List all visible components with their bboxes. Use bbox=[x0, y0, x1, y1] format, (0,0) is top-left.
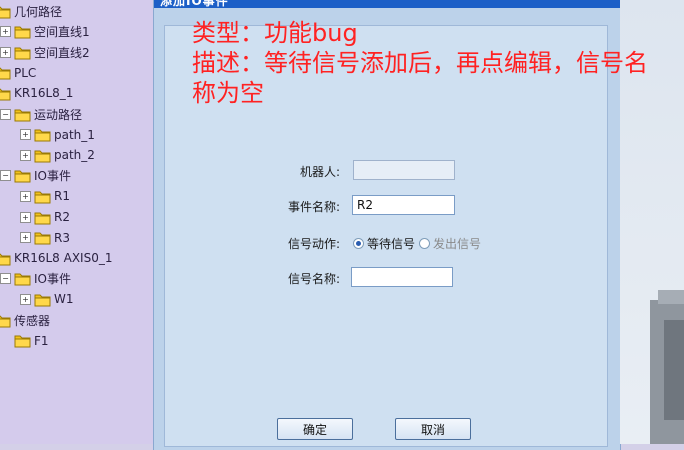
robot-top-shape bbox=[658, 290, 684, 304]
tree-item-label: 几何路径 bbox=[14, 4, 63, 19]
ok-button[interactable]: 确定 bbox=[277, 418, 353, 440]
tree-item[interactable]: + W1 bbox=[20, 289, 74, 309]
folder-icon bbox=[14, 47, 31, 60]
annotation-description-cont: 称为空 bbox=[192, 79, 264, 107]
tree-item-label: R2 bbox=[54, 210, 70, 224]
annotation-description: 描述：等待信号添加后，再点编辑，信号名 bbox=[192, 49, 648, 77]
tree-item[interactable]: + R1 bbox=[20, 186, 70, 206]
bug-annotation: 类型：功能bug 描述：等待信号添加后，再点编辑，信号名 称为空 bbox=[192, 18, 672, 108]
collapse-icon[interactable]: − bbox=[0, 273, 11, 285]
radio-send-signal[interactable] bbox=[419, 238, 431, 249]
radio-wait-signal-label[interactable]: 等待信号 bbox=[367, 235, 415, 252]
tree-item-label: R1 bbox=[54, 189, 70, 204]
folder-icon bbox=[14, 335, 31, 348]
folder-icon bbox=[14, 109, 31, 121]
expand-icon[interactable]: + bbox=[20, 232, 31, 244]
folder-icon bbox=[34, 191, 51, 204]
folder-icon bbox=[14, 26, 31, 39]
tree-item-label: KR16L8_1 bbox=[14, 86, 74, 101]
folder-icon bbox=[34, 129, 51, 142]
cancel-button[interactable]: 取消 bbox=[395, 418, 471, 440]
expand-icon[interactable]: + bbox=[20, 190, 31, 202]
tree-item-label: IO事件 bbox=[34, 272, 71, 287]
tree-item-label: R3 bbox=[54, 230, 70, 245]
expand-icon[interactable]: + bbox=[20, 211, 31, 223]
tree-item[interactable]: + 空间直线2 bbox=[0, 42, 90, 62]
folder-icon bbox=[34, 294, 51, 307]
tree-item[interactable]: F1 bbox=[0, 331, 49, 351]
folder-icon bbox=[0, 88, 11, 101]
tree-item[interactable]: 几何路径 bbox=[0, 1, 62, 21]
folder-icon bbox=[0, 315, 11, 327]
collapse-icon[interactable]: − bbox=[0, 170, 11, 182]
tree-item[interactable]: + path_1 bbox=[20, 125, 95, 145]
tree-item-label: 空间直线2 bbox=[34, 45, 90, 60]
tree-item[interactable]: PLC bbox=[0, 63, 36, 83]
tree-item[interactable]: + 空间直线1 bbox=[0, 22, 90, 42]
tree-item[interactable]: KR16L8_1 bbox=[0, 83, 73, 103]
signal-name-label: 信号名称: bbox=[287, 272, 340, 286]
radio-wait-signal[interactable] bbox=[353, 238, 364, 249]
expand-icon[interactable]: + bbox=[0, 26, 11, 38]
tree-item-label: 空间直线1 bbox=[34, 25, 90, 40]
radio-send-signal-label[interactable]: 发出信号 bbox=[433, 235, 481, 252]
expand-icon[interactable]: + bbox=[0, 46, 11, 58]
signal-name-input[interactable] bbox=[351, 267, 453, 287]
tree-item-label: W1 bbox=[54, 292, 74, 307]
tree-item-label: F1 bbox=[34, 333, 49, 348]
tree-item[interactable]: − 运动路径 bbox=[0, 104, 82, 124]
event-name-input[interactable] bbox=[352, 195, 455, 215]
tree-item[interactable]: + path_2 bbox=[20, 145, 95, 165]
tree-item-label: KR16L8 AXIS0_1 bbox=[14, 251, 113, 266]
folder-icon bbox=[14, 273, 31, 286]
tree-item[interactable]: − IO事件 bbox=[0, 269, 71, 289]
robot-field[interactable] bbox=[353, 160, 455, 180]
folder-icon bbox=[34, 212, 51, 224]
folder-icon bbox=[34, 150, 51, 163]
folder-icon bbox=[14, 170, 31, 183]
collapse-icon[interactable]: − bbox=[0, 108, 11, 120]
project-tree: 几何路径 + 空间直线1 + 空间直线2 PLC KR16L8_1− 运动路径 + path_1 +… bbox=[0, 0, 154, 444]
tree-item[interactable]: KR16L8 AXIS0_1 bbox=[0, 248, 112, 268]
robot-label: 机器人: bbox=[299, 165, 340, 179]
folder-icon bbox=[0, 253, 11, 266]
folder-icon bbox=[34, 232, 51, 245]
signal-action-label: 信号动作: bbox=[287, 237, 340, 251]
tree-item-label: IO事件 bbox=[34, 169, 71, 184]
tree-item-label: path_2 bbox=[54, 148, 95, 163]
expand-icon[interactable]: + bbox=[20, 293, 31, 305]
event-name-label: 事件名称: bbox=[287, 200, 340, 214]
tree-item-label: 运动路径 bbox=[34, 107, 83, 122]
dialog-title: 添加IO事件 bbox=[160, 0, 229, 8]
expand-icon[interactable]: + bbox=[20, 129, 31, 141]
expand-icon[interactable]: + bbox=[20, 149, 31, 161]
folder-icon bbox=[0, 67, 11, 80]
tree-item[interactable]: + R3 bbox=[20, 228, 70, 248]
annotation-type: 类型：功能bug bbox=[192, 19, 358, 47]
add-io-event-dialog: 添加IO事件 类型：功能bug 描述：等待信号添加后，再点编辑，信号名 称为空 … bbox=[153, 0, 648, 450]
tree-item-label: PLC bbox=[14, 65, 37, 80]
tree-item[interactable]: + R2 bbox=[20, 207, 70, 227]
signal-action-radio-group: 等待信号 发出信号 bbox=[353, 235, 485, 252]
folder-icon bbox=[0, 6, 11, 18]
tree-item[interactable]: − IO事件 bbox=[0, 166, 71, 186]
tree-item-label: path_1 bbox=[54, 127, 95, 142]
tree-item[interactable]: 传感器 bbox=[0, 310, 50, 330]
tree-item-label: 传感器 bbox=[14, 313, 51, 328]
dialog-titlebar[interactable]: 添加IO事件 bbox=[154, 0, 620, 8]
robot-shadow-shape bbox=[664, 320, 684, 420]
